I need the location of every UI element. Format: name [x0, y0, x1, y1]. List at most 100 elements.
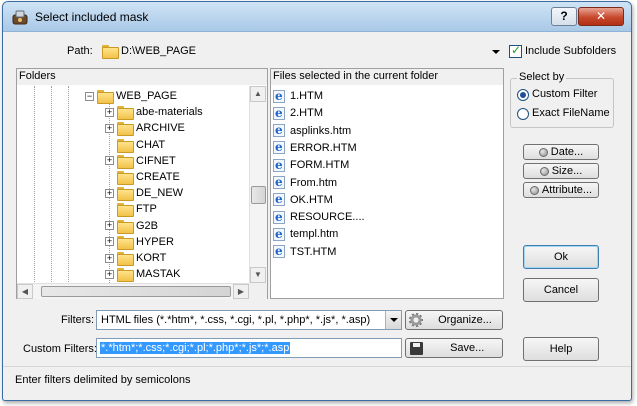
- expand-icon[interactable]: +: [105, 123, 114, 133]
- file-name: 2.HTM: [290, 107, 323, 120]
- folder-tree-label: MASTAK: [136, 268, 181, 281]
- folder-tree-item[interactable]: CREATE: [105, 169, 180, 186]
- size-button[interactable]: Size...: [523, 163, 599, 179]
- file-name: RESOURCE....: [290, 211, 365, 224]
- file-list-item[interactable]: TST.HTM: [273, 243, 337, 260]
- help-button[interactable]: Help: [523, 337, 599, 361]
- folder-tree-item[interactable]: − WEB_PAGE: [85, 88, 177, 105]
- folder-tree-item[interactable]: CHAT: [105, 137, 165, 153]
- organize-label: Organize...: [438, 314, 492, 326]
- scroll-thumb[interactable]: [251, 186, 266, 204]
- file-name: From.htm: [290, 176, 338, 189]
- button-dot-icon: [529, 185, 539, 195]
- date-button-label: Date...: [550, 146, 584, 158]
- expand-icon[interactable]: +: [105, 107, 114, 117]
- folders-horizontal-scrollbar[interactable]: ◀ ▶: [17, 283, 249, 299]
- folder-tree-item[interactable]: + DE_NEW: [105, 185, 183, 202]
- window-title: Select included mask: [35, 10, 149, 24]
- file-list-item[interactable]: 2.HTM: [273, 105, 323, 121]
- file-list-item[interactable]: 1.HTM: [273, 88, 323, 104]
- folder-icon: [117, 187, 134, 202]
- folder-tree-item[interactable]: + ARCHIVE: [105, 120, 185, 137]
- scroll-down-icon[interactable]: ▼: [250, 267, 266, 283]
- chevron-down-icon[interactable]: [492, 49, 500, 54]
- select-by-group: Select by: [510, 71, 614, 128]
- filters-combo[interactable]: HTML files (*.*htm*, *.css, *.cgi, *.pl,…: [96, 310, 402, 330]
- select-by-title: Select by: [517, 71, 567, 83]
- folder-tree-label: FTP: [136, 203, 157, 216]
- html-file-icon: [273, 174, 285, 190]
- file-list-item[interactable]: From.htm: [273, 174, 338, 191]
- folder-tree-label: G2B: [136, 219, 159, 232]
- filters-dropdown-button[interactable]: [385, 311, 401, 329]
- expand-icon[interactable]: +: [105, 156, 114, 166]
- folder-tree-label: HYPER: [136, 235, 174, 248]
- folders-header: Folders: [17, 69, 267, 85]
- size-button-label: Size...: [551, 165, 583, 177]
- folder-tree-label: KORT: [136, 252, 167, 265]
- scroll-corner: [249, 283, 267, 299]
- disk-icon: [410, 341, 423, 355]
- file-name: FORM.HTM: [290, 159, 350, 172]
- html-file-icon: [273, 226, 285, 242]
- ok-button[interactable]: Ok: [523, 245, 599, 269]
- expand-icon[interactable]: +: [105, 237, 114, 247]
- folder-tree-item[interactable]: + abe-materials: [105, 104, 203, 121]
- custom-filter-radio[interactable]: [517, 89, 529, 101]
- expand-icon[interactable]: +: [105, 269, 114, 279]
- scroll-up-icon[interactable]: ▲: [250, 86, 266, 102]
- attribute-button[interactable]: Attribute...: [523, 182, 599, 198]
- scroll-thumb[interactable]: [41, 286, 231, 297]
- folder-tree-label: CREATE: [136, 171, 180, 184]
- scroll-left-icon[interactable]: ◀: [17, 284, 33, 299]
- expand-icon[interactable]: +: [105, 253, 114, 263]
- date-button[interactable]: Date...: [523, 144, 599, 160]
- file-list-item[interactable]: RESOURCE....: [273, 209, 365, 225]
- path-combo[interactable]: D:\WEB_PAGE: [96, 42, 500, 61]
- file-list-item[interactable]: ERROR.HTM: [273, 139, 357, 156]
- folders-vertical-scrollbar[interactable]: ▲ ▼: [249, 86, 267, 283]
- filters-label: Filters:: [61, 314, 94, 326]
- tree-guide-line: [68, 86, 69, 284]
- folder-tree-item[interactable]: + MASTAK: [105, 266, 181, 283]
- include-subfolders-checkbox[interactable]: ✓: [509, 43, 522, 58]
- tree-guide-line: [34, 86, 35, 284]
- file-list-item[interactable]: templ.htm: [273, 226, 338, 242]
- expand-icon[interactable]: +: [105, 221, 114, 231]
- html-file-icon: [273, 243, 285, 259]
- folder-tree-item[interactable]: FTP: [105, 201, 157, 218]
- title-bar[interactable]: Select included mask ? ✕: [3, 2, 631, 32]
- file-list-item[interactable]: OK.HTM: [273, 191, 333, 208]
- folder-tree-item[interactable]: + G2B: [105, 218, 158, 234]
- custom-filters-input[interactable]: *.*htm*;*.css;*.cgi;*.pl;*.php*;*.js*;*.…: [96, 338, 402, 358]
- expand-icon[interactable]: +: [105, 188, 114, 198]
- file-name: templ.htm: [290, 228, 339, 241]
- html-file-icon: [273, 209, 285, 225]
- title-help-button[interactable]: ?: [551, 7, 577, 26]
- exact-filename-radio[interactable]: [517, 108, 529, 120]
- file-list-item[interactable]: FORM.HTM: [273, 157, 349, 173]
- organize-button[interactable]: Organize...: [405, 310, 503, 330]
- folder-tree-label: WEB_PAGE: [116, 90, 177, 103]
- file-name: TST.HTM: [290, 245, 337, 258]
- html-file-icon: [273, 88, 285, 104]
- attribute-button-label: Attribute...: [541, 184, 593, 196]
- folder-icon: [97, 90, 114, 105]
- title-close-button[interactable]: ✕: [578, 7, 624, 26]
- file-list-item[interactable]: asplinks.htm: [273, 122, 351, 139]
- folder-tree-label: CIFNET: [136, 154, 176, 167]
- custom-filters-label: Custom Filters:: [23, 343, 97, 355]
- folder-tree-item[interactable]: + HYPER: [105, 234, 174, 250]
- folder-tree-item[interactable]: + CIFNET: [105, 153, 176, 169]
- cancel-button[interactable]: Cancel: [523, 278, 599, 302]
- collapse-icon[interactable]: −: [85, 91, 94, 101]
- folder-tree-item[interactable]: + KORT: [105, 250, 167, 267]
- file-name: ERROR.HTM: [290, 141, 357, 154]
- html-file-icon: [273, 105, 285, 121]
- scroll-right-icon[interactable]: ▶: [233, 284, 249, 299]
- status-divider: [3, 366, 631, 367]
- filters-value: HTML files (*.*htm*, *.css, *.cgi, *.pl,…: [101, 314, 371, 326]
- save-button[interactable]: Save...: [405, 338, 503, 358]
- folder-icon: [117, 268, 134, 283]
- folder-tree-label: abe-materials: [136, 106, 203, 119]
